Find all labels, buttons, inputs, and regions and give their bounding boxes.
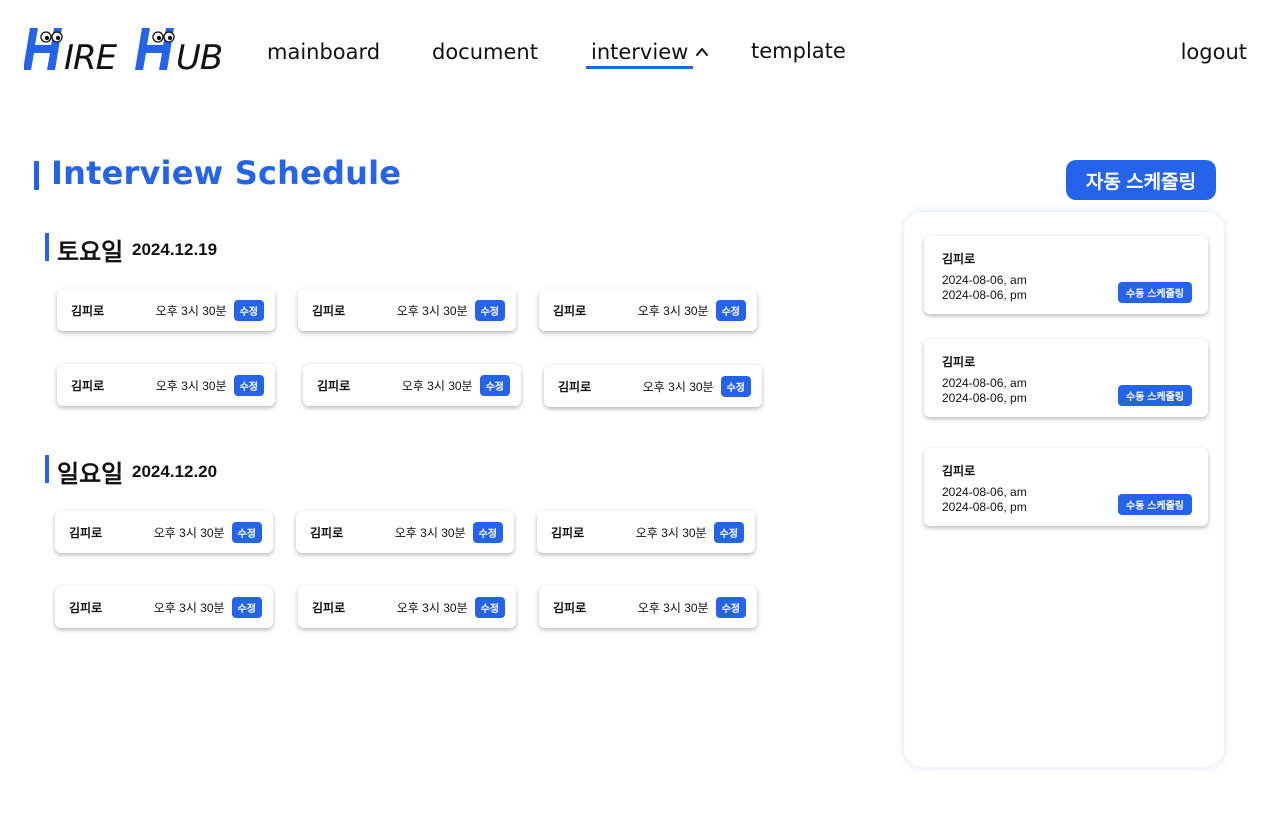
nav-mainboard[interactable]: mainboard: [267, 40, 380, 64]
logo-graphic: IRE UB: [24, 28, 223, 72]
nav-document[interactable]: document: [432, 40, 538, 64]
slot-candidate-name: 김피로: [310, 525, 344, 540]
slot-candidate-name: 김피로: [317, 378, 351, 393]
nav-active-underline: [586, 66, 693, 69]
page-title: Interview Schedule: [51, 154, 402, 192]
slot-time: 오후 3시 30분: [155, 303, 227, 318]
candidate-name: 김피로: [942, 464, 976, 478]
day-date: 2024.12.20: [132, 462, 218, 481]
schedule-slot[interactable]: 김피로 오후 3시 30분 수정: [55, 511, 273, 553]
slot-candidate-name: 김피로: [312, 303, 346, 318]
candidate-name: 김피로: [942, 252, 976, 266]
slot-time: 오후 3시 30분: [396, 303, 468, 318]
slot-time: 오후 3시 30분: [396, 600, 468, 615]
availability-am: 2024-08-06, am: [942, 273, 1027, 287]
slot-candidate-name: 김피로: [71, 303, 105, 318]
svg-text:UB: UB: [176, 38, 222, 72]
slot-candidate-name: 김피로: [553, 600, 587, 615]
auto-schedule-button[interactable]: 자동 스케줄링: [1066, 160, 1216, 200]
unscheduled-card[interactable]: 김피로 2024-08-06, am 2024-08-06, pm 수동 스케줄…: [924, 236, 1208, 314]
svg-text:IRE: IRE: [64, 38, 118, 72]
day-date: 2024.12.19: [132, 240, 218, 259]
day-name: 토요일: [57, 239, 124, 266]
chevron-up-icon[interactable]: [695, 45, 709, 59]
schedule-slot[interactable]: 김피로 오후 3시 30분 수정: [57, 364, 275, 406]
schedule-slot[interactable]: 김피로 오후 3시 30분 수정: [298, 586, 516, 628]
hirehub-logo[interactable]: IRE UB: [24, 26, 238, 72]
schedule-slot[interactable]: 김피로 오후 3시 30분 수정: [544, 365, 762, 407]
day-accent-bar: [45, 455, 49, 483]
schedule-slot[interactable]: 김피로 오후 3시 30분 수정: [539, 289, 757, 331]
edit-button[interactable]: 수정: [720, 375, 751, 397]
schedule-slot[interactable]: 김피로 오후 3시 30분 수정: [57, 289, 275, 331]
schedule-slot[interactable]: 김피로 오후 3시 30분 수정: [298, 289, 516, 331]
nav-interview[interactable]: interview: [591, 40, 688, 64]
edit-button[interactable]: 수정: [231, 521, 262, 543]
manual-schedule-button[interactable]: 수동 스케줄링: [1118, 494, 1192, 515]
edit-button[interactable]: 수정: [715, 596, 746, 618]
logout-link[interactable]: logout: [1181, 40, 1247, 64]
slot-time: 오후 3시 30분: [637, 600, 709, 615]
slot-candidate-name: 김피로: [71, 378, 105, 393]
slot-time: 오후 3시 30분: [642, 379, 714, 394]
candidate-name: 김피로: [942, 355, 976, 369]
slot-candidate-name: 김피로: [558, 379, 592, 394]
edit-button[interactable]: 수정: [233, 374, 264, 396]
schedule-slot[interactable]: 김피로 오후 3시 30분 수정: [296, 511, 514, 553]
slot-candidate-name: 김피로: [553, 303, 587, 318]
availability-am: 2024-08-06, am: [942, 376, 1027, 390]
slot-time: 오후 3시 30분: [155, 378, 227, 393]
nav-template[interactable]: template: [751, 39, 846, 63]
title-accent-bar: [34, 161, 39, 190]
edit-button[interactable]: 수정: [231, 596, 262, 618]
edit-button[interactable]: 수정: [479, 374, 510, 396]
schedule-slot[interactable]: 김피로 오후 3시 30분 수정: [303, 364, 521, 406]
schedule-slot[interactable]: 김피로 오후 3시 30분 수정: [537, 511, 755, 553]
availability-pm: 2024-08-06, pm: [942, 500, 1027, 514]
edit-button[interactable]: 수정: [713, 521, 744, 543]
slot-candidate-name: 김피로: [551, 525, 585, 540]
unscheduled-panel: 김피로 2024-08-06, am 2024-08-06, pm 수동 스케줄…: [904, 212, 1224, 767]
edit-button[interactable]: 수정: [474, 596, 505, 618]
edit-button[interactable]: 수정: [472, 521, 503, 543]
slot-candidate-name: 김피로: [312, 600, 346, 615]
slot-candidate-name: 김피로: [69, 525, 103, 540]
slot-candidate-name: 김피로: [69, 600, 103, 615]
slot-time: 오후 3시 30분: [401, 378, 473, 393]
availability-am: 2024-08-06, am: [942, 485, 1027, 499]
schedule-slot[interactable]: 김피로 오후 3시 30분 수정: [55, 586, 273, 628]
slot-time: 오후 3시 30분: [637, 303, 709, 318]
slot-time: 오후 3시 30분: [635, 525, 707, 540]
day-name: 일요일: [57, 461, 124, 488]
edit-button[interactable]: 수정: [715, 299, 746, 321]
slot-time: 오후 3시 30분: [394, 525, 466, 540]
availability-pm: 2024-08-06, pm: [942, 288, 1027, 302]
unscheduled-card[interactable]: 김피로 2024-08-06, am 2024-08-06, pm 수동 스케줄…: [924, 339, 1208, 417]
slot-time: 오후 3시 30분: [153, 525, 225, 540]
edit-button[interactable]: 수정: [233, 299, 264, 321]
slot-time: 오후 3시 30분: [153, 600, 225, 615]
manual-schedule-button[interactable]: 수동 스케줄링: [1118, 282, 1192, 303]
day-accent-bar: [45, 233, 49, 261]
availability-pm: 2024-08-06, pm: [942, 391, 1027, 405]
unscheduled-card[interactable]: 김피로 2024-08-06, am 2024-08-06, pm 수동 스케줄…: [924, 448, 1208, 526]
schedule-slot[interactable]: 김피로 오후 3시 30분 수정: [539, 586, 757, 628]
edit-button[interactable]: 수정: [474, 299, 505, 321]
manual-schedule-button[interactable]: 수동 스케줄링: [1118, 385, 1192, 406]
